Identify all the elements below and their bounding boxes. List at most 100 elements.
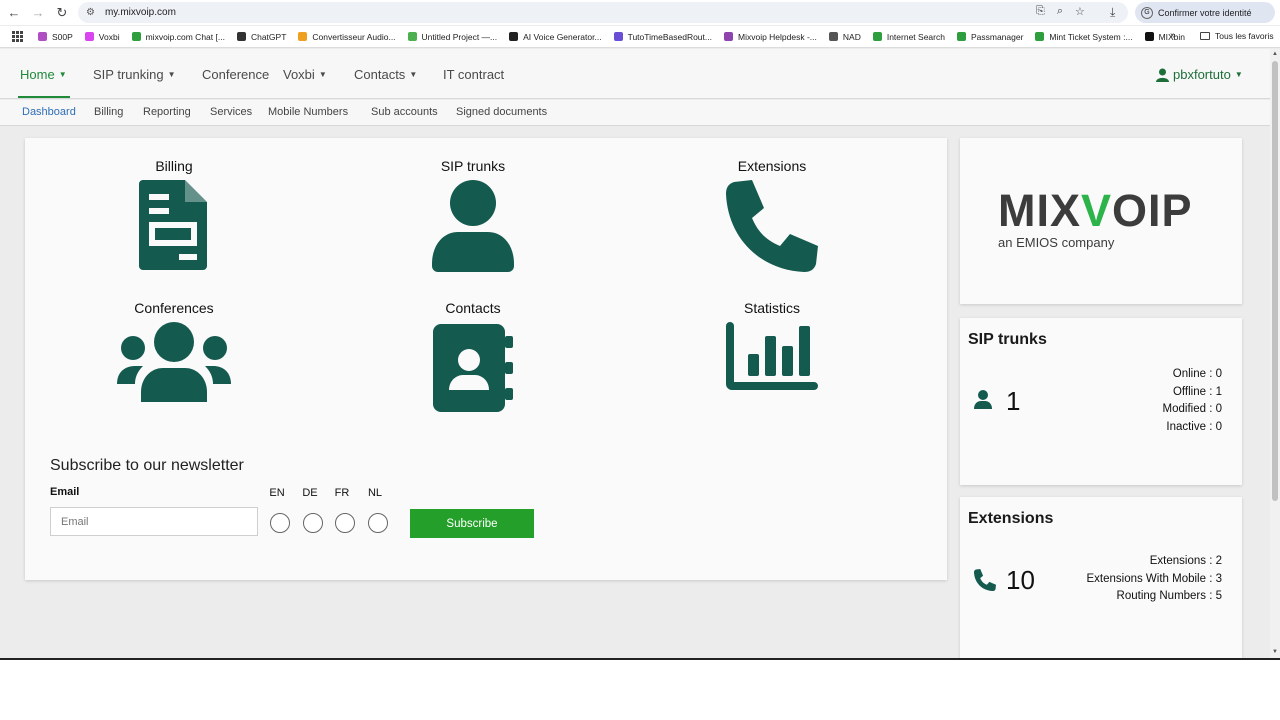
all-bookmarks-label: Tous les favoris	[1215, 31, 1274, 41]
tile-label: SIP trunks	[440, 158, 506, 174]
tile-sip-trunks[interactable]: SIP trunks	[373, 158, 573, 272]
tile-conferences[interactable]: Conferences	[74, 300, 274, 402]
bookmark-favicon	[131, 32, 141, 41]
extensions-card: Extensions 10 Extensions : 2 Extensions …	[960, 497, 1242, 658]
caret-down-icon: ▼	[318, 70, 327, 79]
subnav-services[interactable]: Services	[210, 106, 252, 118]
url-field[interactable]: ⚙ my.mixvoip.com	[78, 2, 1128, 23]
bookmark-item[interactable]: ChatGPT	[236, 32, 286, 42]
bookmark-item[interactable]: Untitled Project —...	[407, 31, 498, 42]
nav-voxbi[interactable]: Voxbi ▼	[283, 67, 327, 82]
caret-down-icon: ▼	[409, 70, 418, 79]
subscribe-button[interactable]: Subscribe	[410, 509, 534, 538]
nav-home[interactable]: Home ▼	[20, 67, 67, 82]
card-title: SIP trunks	[968, 331, 1047, 348]
url-text: my.mixvoip.com	[104, 7, 176, 18]
scroll-down-icon[interactable]: ▼	[1272, 649, 1278, 655]
all-bookmarks-folder[interactable]: Tous les favoris	[1200, 31, 1274, 41]
tile-label: Statistics	[743, 300, 800, 316]
bookmark-favicon	[509, 32, 519, 41]
bookmark-label: TutoTimeBasedRout...	[627, 31, 712, 42]
bookmark-label: Untitled Project —...	[421, 31, 498, 42]
zoom-icon[interactable]: ⌕	[1057, 5, 1063, 18]
bookmark-item[interactable]: Mint Ticket System :...	[1035, 31, 1133, 42]
bookmark-label: Mint Ticket System :...	[1049, 31, 1133, 42]
bookmark-item[interactable]: Convertisseur Audio...	[298, 32, 396, 42]
apps-grid-icon[interactable]	[12, 30, 24, 43]
bookmark-item[interactable]: Voxbi	[84, 31, 120, 42]
nav-it-contract[interactable]: IT contract	[443, 67, 504, 82]
phone-icon	[974, 569, 996, 591]
bookmark-label: AI Voice Generator...	[523, 31, 602, 42]
caret-down-icon: ▼	[167, 70, 176, 79]
tile-label: Contacts	[445, 300, 501, 316]
subnav-sub-accounts[interactable]: Sub accounts	[371, 106, 438, 118]
username: pbxfortuto	[1173, 67, 1231, 82]
stat-inactive: Inactive : 0	[1166, 420, 1222, 433]
bookmark-favicon	[828, 32, 838, 41]
sip-trunks-stats: Online : 0 Offline : 1 Modified : 0 Inac…	[1163, 366, 1222, 436]
tile-contacts[interactable]: Contacts	[373, 300, 573, 414]
bookmark-item[interactable]: NAD	[828, 31, 861, 42]
main-navigation: Home ▼ SIP trunking ▼ Conference Voxbi ▼ Co…	[0, 49, 1270, 99]
subnav-reporting[interactable]: Reporting	[143, 106, 191, 118]
logo-tagline: an EMIOS company	[998, 235, 1115, 250]
download-icon[interactable]: ⤓	[1110, 5, 1115, 20]
scroll-up-icon[interactable]: ▲	[1272, 51, 1278, 57]
bookmarks-overflow-icon[interactable]: »	[1170, 30, 1176, 41]
newsletter-email-input[interactable]	[50, 507, 258, 536]
user-icon	[1156, 68, 1169, 82]
subnav-dashboard[interactable]: Dashboard	[22, 106, 76, 118]
translate-icon[interactable]: ⎘	[1036, 5, 1045, 18]
nav-contacts[interactable]: Contacts ▼	[354, 67, 417, 82]
bookmark-item[interactable]: Passmanager	[956, 31, 1024, 42]
card-title: Extensions	[968, 510, 1054, 527]
url-actions: ⎘ ⌕ ☆	[1036, 5, 1085, 18]
browser-viewport: ← → ↻ ⚙ my.mixvoip.com ⎘ ⌕ ☆ ⤓ G Confirm…	[0, 0, 1280, 660]
subnav-mobile-numbers[interactable]: Mobile Numbers	[268, 106, 348, 118]
forward-icon[interactable]: →	[28, 3, 48, 23]
lang-radio-nl[interactable]	[368, 513, 388, 533]
bookmark-favicon	[613, 32, 623, 41]
user-icon	[974, 390, 992, 409]
lang-radio-en[interactable]	[270, 513, 290, 533]
tile-statistics[interactable]: Statistics	[672, 300, 872, 392]
bookmarks-bar: S00P Voxbi mixvoip.com Chat [... ChatGPT…	[0, 26, 1280, 48]
bookmark-favicon	[956, 32, 966, 41]
extensions-stats: Extensions : 2 Extensions With Mobile : …	[1086, 553, 1222, 606]
bookmark-star-icon[interactable]: ☆	[1075, 5, 1085, 18]
site-info-icon[interactable]: ⚙	[86, 7, 95, 18]
dashboard-card: Billing SIP trunks Extensions Conference…	[25, 138, 947, 580]
lang-radio-fr[interactable]	[335, 513, 355, 533]
nav-sip-trunking[interactable]: SIP trunking ▼	[93, 67, 176, 82]
bookmark-item[interactable]: Mixvoip Helpdesk -...	[724, 32, 817, 42]
nav-label: Voxbi	[283, 67, 315, 82]
caret-down-icon: ▼	[58, 70, 67, 79]
bookmark-item[interactable]: TutoTimeBasedRout...	[613, 31, 712, 42]
bookmark-item[interactable]: Internet Search	[872, 32, 945, 42]
back-icon[interactable]: ←	[4, 3, 24, 23]
profile-button[interactable]: G Confirmer votre identité	[1135, 2, 1275, 23]
reload-icon[interactable]: ↻	[52, 3, 72, 23]
lang-radio-de[interactable]	[303, 513, 323, 533]
bookmark-item[interactable]: mixvoip.com Chat [...	[131, 32, 225, 42]
bookmark-favicon	[407, 32, 417, 41]
bookmark-item[interactable]: AI Voice Generator...	[509, 31, 602, 42]
nav-conference[interactable]: Conference	[202, 67, 269, 82]
bookmark-label: Passmanager	[970, 31, 1024, 42]
bookmark-label: S00P	[52, 31, 73, 42]
subnav-billing[interactable]: Billing	[94, 106, 123, 118]
scroll-thumb[interactable]	[1272, 61, 1278, 501]
phone-icon	[726, 180, 818, 272]
bookmark-label: Voxbi	[98, 31, 120, 42]
tile-label: Billing	[155, 158, 193, 174]
stat-extensions: Extensions : 2	[1149, 555, 1222, 567]
page-scrollbar[interactable]: ▲ ▼	[1270, 49, 1280, 658]
user-menu[interactable]: pbxfortuto ▼	[1156, 67, 1243, 82]
bookmark-item[interactable]: S00P	[38, 32, 73, 42]
tile-billing[interactable]: Billing	[74, 158, 274, 272]
subnav-signed-documents[interactable]: Signed documents	[456, 106, 547, 118]
bookmark-label: NAD	[842, 31, 861, 42]
bookmark-item[interactable]: MIXbin	[1144, 32, 1185, 42]
tile-extensions[interactable]: Extensions	[672, 158, 872, 272]
